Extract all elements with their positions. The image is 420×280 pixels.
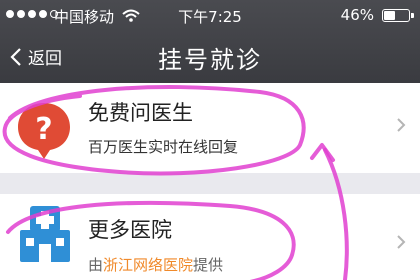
subtitle-prefix: 由 <box>88 256 104 274</box>
svg-text:?: ? <box>35 112 52 147</box>
row-subtitle: 百万医生实时在线回复 <box>88 138 239 156</box>
chevron-right-icon <box>397 235 406 249</box>
chevron-right-icon <box>397 118 406 132</box>
battery-icon <box>382 9 414 22</box>
row-title: 更多医院 <box>88 218 172 242</box>
page-title: 挂号就诊 <box>158 46 262 74</box>
question-bubble-icon: ? <box>18 103 70 159</box>
app-header: 中国移动 下午7:25 46% 返回 挂号就诊 <box>0 0 420 83</box>
row-subtitle: 由浙江网络医院提供 <box>88 254 223 275</box>
row-title: 免费问医生 <box>88 101 193 125</box>
battery-percent: 46% <box>340 6 374 24</box>
status-bar: 中国移动 下午7:25 46% <box>0 0 420 30</box>
section-divider <box>0 173 420 194</box>
provider-link: 浙江网络医院 <box>103 256 194 274</box>
subtitle-suffix: 提供 <box>193 256 224 274</box>
hospital-icon <box>20 206 70 262</box>
list-item-free-doctor[interactable]: ? 免费问医生 百万医生实时在线回复 <box>0 83 420 173</box>
